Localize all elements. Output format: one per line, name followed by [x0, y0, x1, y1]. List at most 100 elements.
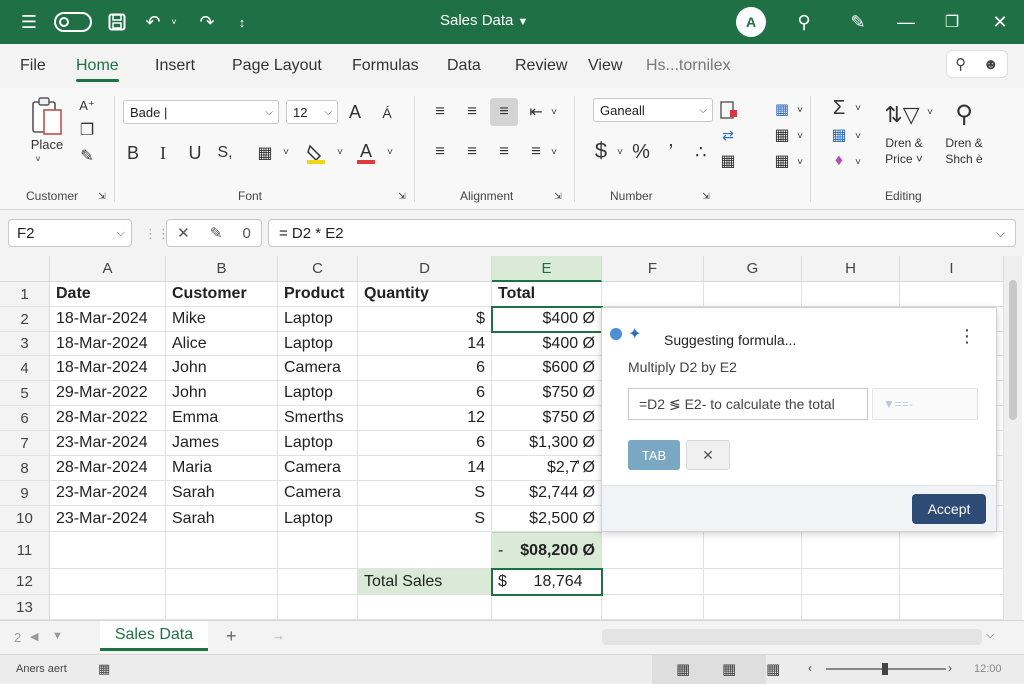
sheet-tab-sales-data[interactable]: Sales Data [100, 621, 208, 651]
borders-icon[interactable]: ▦ [250, 140, 280, 166]
cell-g13[interactable] [704, 595, 802, 620]
edit-icon[interactable]: ✎ [210, 224, 223, 242]
fill-color-dropdown-icon[interactable]: ˅ [334, 144, 346, 160]
column-header-d[interactable]: D [358, 256, 492, 282]
search-box[interactable]: ⚲ ☻ [946, 50, 1008, 78]
find-select-label-2[interactable]: Shch è [936, 152, 992, 166]
number-format-select[interactable]: Ganeall ⌵ [593, 98, 713, 122]
cell-d8[interactable]: 14 [358, 456, 492, 481]
account-icon[interactable]: ☻ [983, 56, 999, 73]
cell-f1[interactable] [602, 282, 704, 307]
sheet-nav-right-icon[interactable]: ▼ [52, 630, 63, 642]
column-header-h[interactable]: H [802, 256, 900, 282]
clear-dropdown-icon[interactable]: ˅ [852, 154, 864, 170]
tab-data[interactable]: Data [447, 57, 481, 75]
cell-d11[interactable] [358, 532, 492, 569]
scroll-right-icon[interactable]: ⌵ [986, 629, 994, 642]
cell-e9[interactable]: $2,744 Ø [492, 481, 602, 506]
row-header-13[interactable]: 13 [0, 595, 50, 620]
underline-icon[interactable]: U [184, 140, 206, 166]
cell-b2[interactable]: Mike [166, 307, 278, 332]
align-right-icon[interactable]: ≡ [492, 140, 516, 164]
undo-dropdown-icon[interactable]: ˅ [168, 9, 180, 35]
zoom-in-icon[interactable]: › [948, 661, 952, 675]
find-select-icon[interactable]: ⚲ [944, 94, 984, 134]
orientation-dropdown-icon[interactable]: ˅ [548, 104, 560, 120]
sort-filter-label-1[interactable]: Dren & [876, 136, 932, 150]
cell-e2[interactable]: $400 Ø [492, 307, 602, 332]
formula-options-field[interactable]: ▼==- [872, 388, 978, 420]
horizontal-scrollbar[interactable] [602, 629, 982, 645]
table-format-icon[interactable]: ▦ [770, 98, 794, 120]
align-top-icon[interactable]: ≡ [428, 100, 452, 124]
column-header-f[interactable]: F [602, 256, 704, 282]
sort-filter-icon[interactable]: ⇅▽ [880, 96, 924, 134]
undo-icon[interactable]: ↶ [142, 9, 164, 35]
vertical-scroll-thumb[interactable] [1009, 280, 1017, 420]
cell-a6[interactable]: 28-Mar-2022 [50, 406, 166, 431]
customize-toolbar-icon[interactable]: ↕ [234, 9, 250, 35]
cell-e6[interactable]: $750 Ø [492, 406, 602, 431]
cell-g1[interactable] [704, 282, 802, 307]
cell-i1[interactable] [900, 282, 1004, 307]
cell-e12[interactable]: $ 18,764 [492, 569, 602, 595]
sort-dropdown-icon[interactable]: ˅ [924, 104, 936, 120]
increase-font-icon[interactable]: A [344, 100, 366, 124]
cell-e11[interactable]: - $08,200 Ø [492, 532, 602, 569]
strikethrough-icon[interactable]: S, [212, 140, 238, 166]
cell-e7[interactable]: $1,300 Ø [492, 431, 602, 456]
cell-e5[interactable]: $750 Ø [492, 381, 602, 406]
cell-a12[interactable] [50, 569, 166, 595]
cell-a11[interactable] [50, 532, 166, 569]
currency-dropdown-icon[interactable]: ˅ [614, 144, 626, 160]
orientation-icon[interactable]: ⇤ [524, 100, 548, 124]
cell-a2[interactable]: 18-Mar-2024 [50, 307, 166, 332]
cell-e8[interactable]: $2,7̕ Ø [492, 456, 602, 481]
cell-b11[interactable] [166, 532, 278, 569]
cell-b13[interactable] [166, 595, 278, 620]
cell-c12[interactable] [278, 569, 358, 595]
tab-formulas[interactable]: Formulas [352, 57, 419, 75]
tab-insert[interactable]: Insert [155, 57, 195, 75]
currency-icon[interactable]: $ [590, 136, 612, 166]
avatar[interactable]: А [736, 7, 766, 37]
pen-icon[interactable]: ✎ [846, 9, 870, 35]
cell-d3[interactable]: 14 [358, 332, 492, 356]
add-sheet-icon[interactable]: + [226, 626, 237, 647]
clear-icon[interactable]: ♦ [828, 150, 850, 172]
cell-h13[interactable] [802, 595, 900, 620]
bold-icon[interactable]: B [122, 140, 144, 166]
font-launcher-icon[interactable]: ⇲ [396, 190, 408, 202]
fill-icon[interactable]: ▦ [828, 124, 850, 146]
column-header-g[interactable]: G [704, 256, 802, 282]
align-middle-icon[interactable]: ≡ [460, 100, 484, 124]
cell-b10[interactable]: Sarah [166, 506, 278, 532]
find-select-label-1[interactable]: Dren & [936, 136, 992, 150]
select-all-corner[interactable] [0, 256, 50, 282]
dismiss-button[interactable]: ✕ [686, 440, 730, 470]
minimize-icon[interactable]: — [896, 9, 916, 35]
insert-cells-icon[interactable]: ▦ [770, 124, 794, 146]
cell-c7[interactable]: Laptop [278, 431, 358, 456]
autosum-dropdown-icon[interactable]: ˅ [852, 100, 864, 116]
conditional-format-icon[interactable] [718, 98, 740, 122]
save-icon[interactable] [106, 9, 128, 35]
cell-a8[interactable]: 28-Mar-2024 [50, 456, 166, 481]
row-header-12[interactable]: 12 [0, 569, 50, 595]
sheet-nav-count[interactable]: 2 [14, 630, 21, 645]
copy-icon[interactable]: ❐ [76, 120, 98, 140]
row-header-7[interactable]: 7 [0, 431, 50, 456]
decimal-icon[interactable]: ∴ [690, 138, 712, 166]
align-bottom-icon[interactable]: ≡ [490, 98, 518, 126]
cell-a5[interactable]: 29-Mar-2022 [50, 381, 166, 406]
cell-c11[interactable] [278, 532, 358, 569]
percent-icon[interactable]: % [630, 138, 652, 166]
sort-filter-label-2[interactable]: Price ˅ [876, 152, 932, 166]
column-header-e[interactable]: E [492, 256, 602, 282]
expand-formula-icon[interactable]: ⌵ [996, 226, 1005, 241]
cell-a10[interactable]: 23-Mar-2024 [50, 506, 166, 532]
column-header-a[interactable]: A [50, 256, 166, 282]
font-size-select[interactable]: 12 ⌵ [286, 100, 338, 124]
cell-d5[interactable]: 6 [358, 381, 492, 406]
cell-b12[interactable] [166, 569, 278, 595]
